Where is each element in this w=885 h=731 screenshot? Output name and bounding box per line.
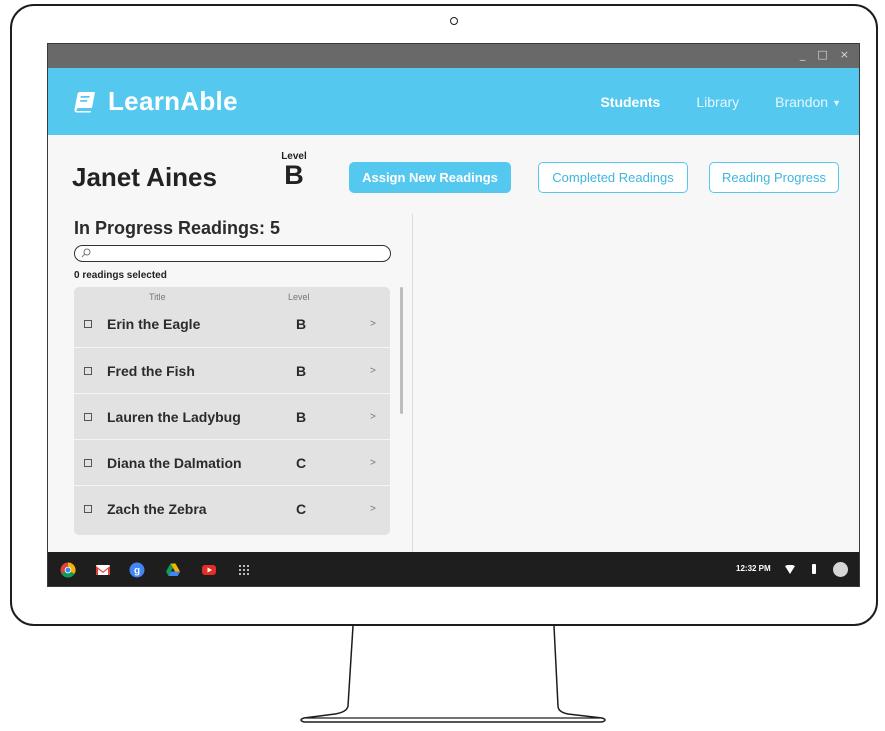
battery-icon[interactable] [812, 564, 816, 574]
row-checkbox[interactable] [84, 320, 92, 328]
reading-level: B [296, 316, 307, 332]
list-item[interactable]: Fred the Fish B > [74, 347, 390, 393]
app-screen: _ □ × LearnAble Students Library Brandon… [47, 43, 860, 587]
list-item[interactable]: Lauren the Ladybug B > [74, 393, 390, 439]
student-level: Level B [279, 151, 309, 190]
user-menu[interactable]: Brandon ▼ [775, 94, 841, 110]
reading-title: Lauren the Ladybug [107, 408, 241, 425]
reading-level: B [296, 408, 307, 425]
system-clock[interactable]: 12:32 PM [736, 564, 771, 573]
search-icon [81, 248, 91, 258]
window-titlebar: _ □ × [48, 44, 859, 68]
main-nav: Students Library Brandon ▼ [600, 94, 841, 110]
reading-progress-button[interactable]: Reading Progress [709, 162, 839, 193]
app-launcher-icon[interactable] [236, 562, 252, 578]
google-plus-icon[interactable]: g [129, 562, 145, 578]
chrome-icon[interactable] [60, 562, 76, 578]
reading-level: C [296, 454, 307, 471]
drive-icon[interactable] [165, 562, 181, 578]
chevron-right-icon[interactable]: > [370, 411, 376, 422]
monitor-stand [300, 625, 606, 723]
logo-text: LearnAble [108, 86, 238, 116]
os-taskbar: g 12:32 PM [48, 552, 859, 586]
reading-title: Zach the Zebra [107, 500, 207, 517]
list-scrollbar[interactable] [400, 287, 403, 414]
svg-text:g: g [134, 566, 140, 577]
app-header: LearnAble Students Library Brandon ▼ [48, 68, 859, 135]
minimize-button[interactable]: _ [800, 48, 806, 61]
close-button[interactable]: × [840, 48, 849, 61]
nav-students[interactable]: Students [600, 94, 660, 110]
row-checkbox[interactable] [84, 504, 92, 513]
reading-level: C [296, 500, 307, 517]
caret-down-icon: ▼ [832, 98, 841, 109]
webcam-dot [450, 17, 458, 25]
list-item[interactable]: Diana the Dalmation C > [74, 439, 390, 485]
selected-count: 0 readings selected [74, 270, 167, 281]
chevron-right-icon[interactable]: > [370, 365, 376, 376]
student-name: Janet Aines [72, 162, 217, 192]
reading-level: B [296, 362, 307, 379]
chevron-right-icon[interactable]: > [370, 319, 376, 330]
book-icon [74, 91, 95, 112]
row-checkbox[interactable] [84, 366, 92, 375]
reading-title: Fred the Fish [107, 362, 195, 379]
level-value: B [284, 160, 304, 190]
row-checkbox[interactable] [84, 458, 92, 467]
search-input[interactable] [93, 246, 383, 260]
window-controls: _ □ × [800, 48, 849, 61]
completed-readings-button[interactable]: Completed Readings [538, 162, 688, 193]
youtube-icon[interactable] [201, 562, 217, 578]
assign-new-readings-button[interactable]: Assign New Readings [349, 162, 511, 193]
maximize-button[interactable]: □ [817, 48, 827, 61]
search-box[interactable] [74, 245, 391, 262]
chevron-right-icon[interactable]: > [370, 457, 376, 468]
list-item[interactable]: Zach the Zebra C > [74, 485, 390, 531]
in-progress-title: In Progress Readings: 5 [74, 218, 281, 238]
readings-list: Title Level Erin the Eagle B > Fred the … [74, 287, 390, 535]
chevron-right-icon[interactable]: > [370, 503, 376, 514]
gmail-icon[interactable] [95, 562, 111, 578]
user-name: Brandon [775, 94, 829, 110]
reading-title: Diana the Dalmation [107, 454, 242, 471]
avatar[interactable] [833, 562, 848, 577]
wifi-icon[interactable] [785, 565, 795, 574]
reading-title: Erin the Eagle [107, 316, 201, 332]
row-checkbox[interactable] [84, 412, 92, 421]
app-logo[interactable]: LearnAble [74, 86, 238, 117]
panel-divider [412, 214, 413, 552]
list-item[interactable]: Erin the Eagle B > [74, 301, 390, 347]
nav-library[interactable]: Library [696, 94, 739, 110]
